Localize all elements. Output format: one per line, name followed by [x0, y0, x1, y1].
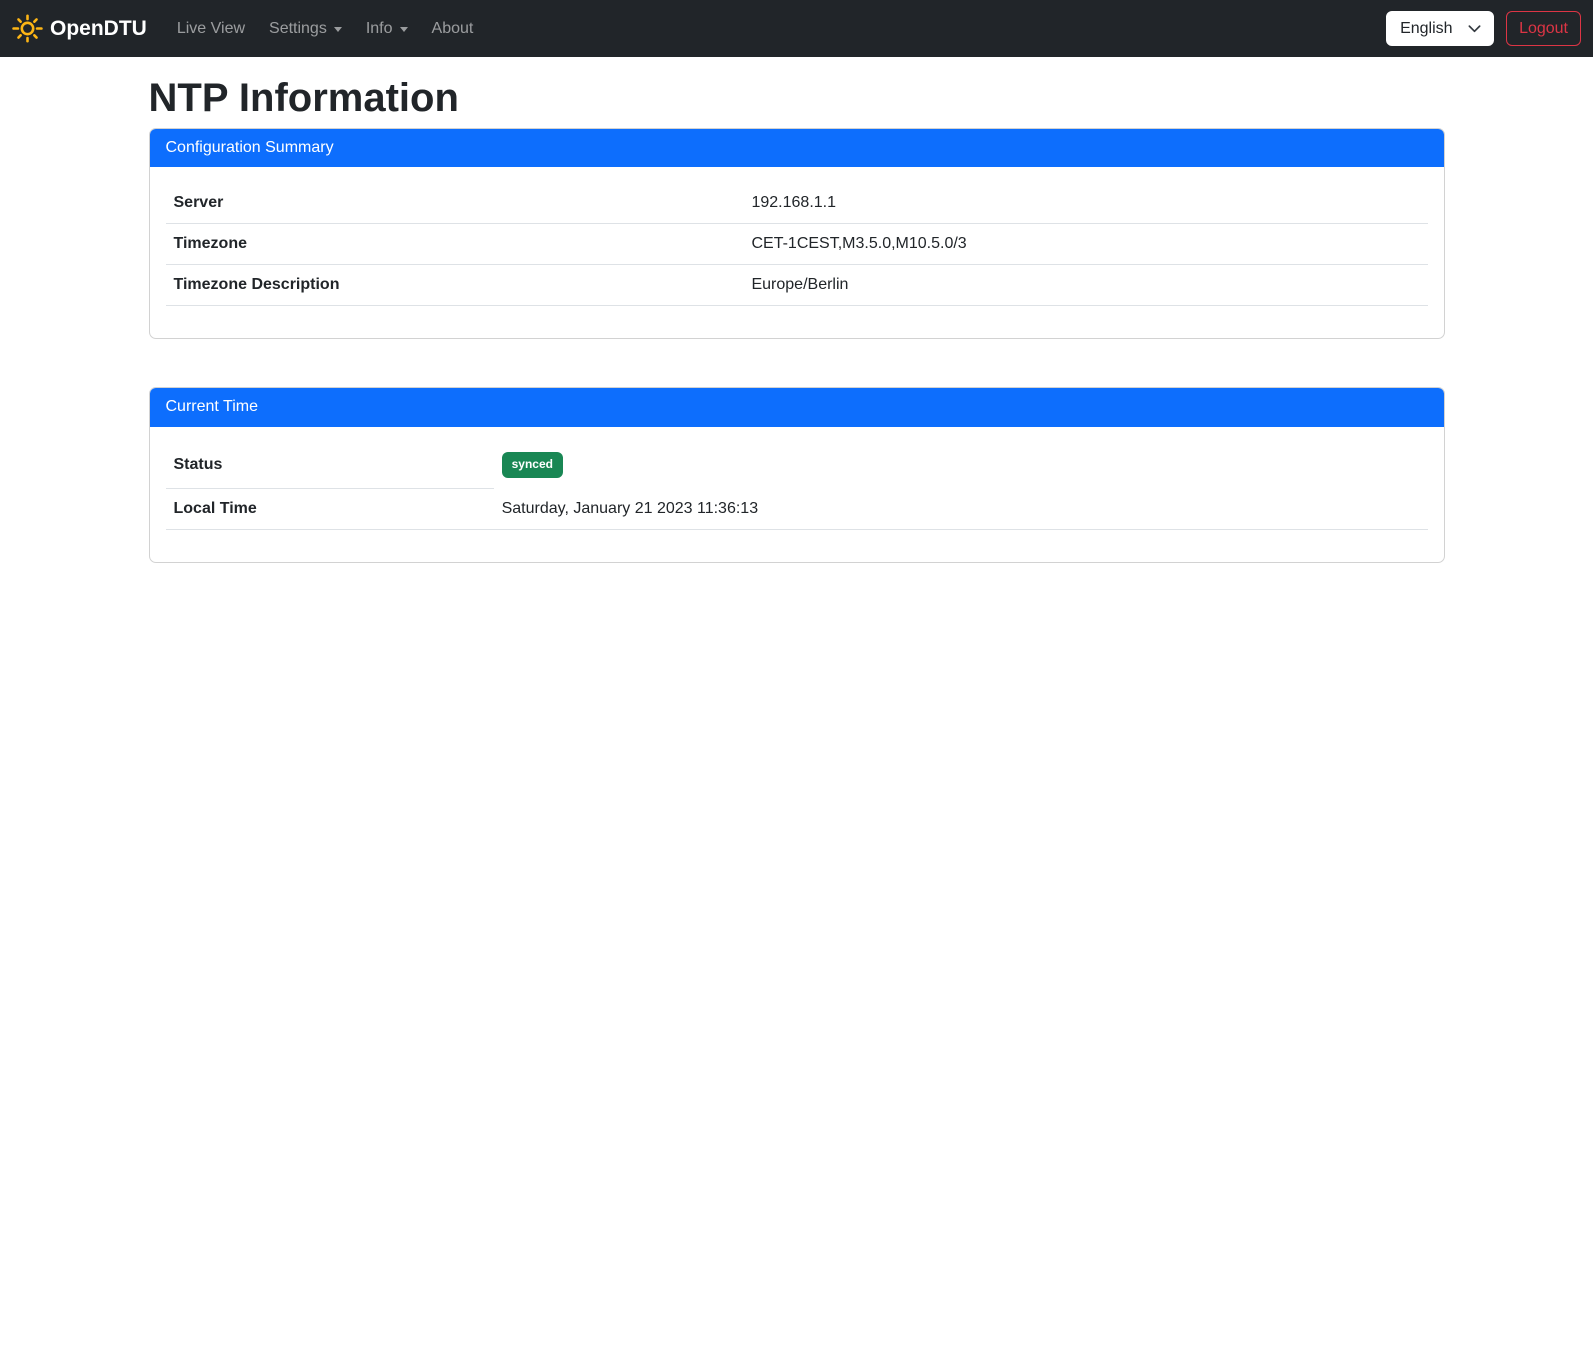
- language-select-value: English: [1400, 20, 1452, 38]
- configuration-summary-card: Configuration Summary Server 192.168.1.1…: [149, 128, 1445, 339]
- timezone-description-label: Timezone Description: [166, 265, 744, 306]
- chevron-down-icon: [1467, 21, 1482, 36]
- table-row: Timezone Description Europe/Berlin: [166, 265, 1428, 306]
- local-time-value: Saturday, January 21 2023 11:36:13: [494, 489, 1428, 530]
- brand[interactable]: OpenDTU: [12, 13, 147, 44]
- server-value: 192.168.1.1: [743, 183, 1427, 224]
- current-time-card-body: Status synced Local Time Saturday, Janua…: [150, 427, 1444, 562]
- current-time-card-header: Current Time: [150, 388, 1444, 426]
- configuration-summary-card-body: Server 192.168.1.1 Timezone CET-1CEST,M3…: [150, 167, 1444, 338]
- nav-about-label: About: [432, 20, 474, 38]
- timezone-value: CET-1CEST,M3.5.0,M10.5.0/3: [743, 224, 1427, 265]
- status-badge: synced: [502, 452, 563, 478]
- status-label: Status: [166, 443, 494, 489]
- nav-settings[interactable]: Settings: [261, 12, 350, 46]
- timezone-label: Timezone: [166, 224, 744, 265]
- nav-info[interactable]: Info: [358, 12, 416, 46]
- language-select[interactable]: English: [1386, 11, 1494, 46]
- configuration-summary-card-header: Configuration Summary: [150, 129, 1444, 167]
- local-time-label: Local Time: [166, 489, 494, 530]
- nav-settings-label: Settings: [269, 20, 327, 38]
- nav-live-view[interactable]: Live View: [169, 12, 253, 46]
- caret-down-icon: [334, 27, 342, 32]
- table-row: Status synced: [166, 443, 1428, 489]
- nav-about[interactable]: About: [424, 12, 482, 46]
- main-content: NTP Information Configuration Summary Se…: [149, 57, 1445, 563]
- current-time-card: Current Time Status synced Local Time Sa…: [149, 387, 1445, 563]
- logout-button[interactable]: Logout: [1506, 11, 1581, 46]
- table-row: Timezone CET-1CEST,M3.5.0,M10.5.0/3: [166, 224, 1428, 265]
- status-value-cell: synced: [494, 443, 1428, 489]
- timezone-description-value: Europe/Berlin: [743, 265, 1427, 306]
- nav-live-view-label: Live View: [177, 20, 245, 38]
- navbar: OpenDTU Live View Settings Info About En…: [0, 0, 1593, 57]
- nav-info-label: Info: [366, 20, 393, 38]
- table-row: Local Time Saturday, January 21 2023 11:…: [166, 489, 1428, 530]
- server-label: Server: [166, 183, 744, 224]
- page-title: NTP Information: [149, 74, 1445, 122]
- table-row: Server 192.168.1.1: [166, 183, 1428, 224]
- caret-down-icon: [400, 27, 408, 32]
- current-time-table: Status synced Local Time Saturday, Janua…: [166, 443, 1428, 530]
- brand-label: OpenDTU: [50, 17, 147, 41]
- configuration-summary-table: Server 192.168.1.1 Timezone CET-1CEST,M3…: [166, 183, 1428, 306]
- sun-icon: [12, 13, 43, 44]
